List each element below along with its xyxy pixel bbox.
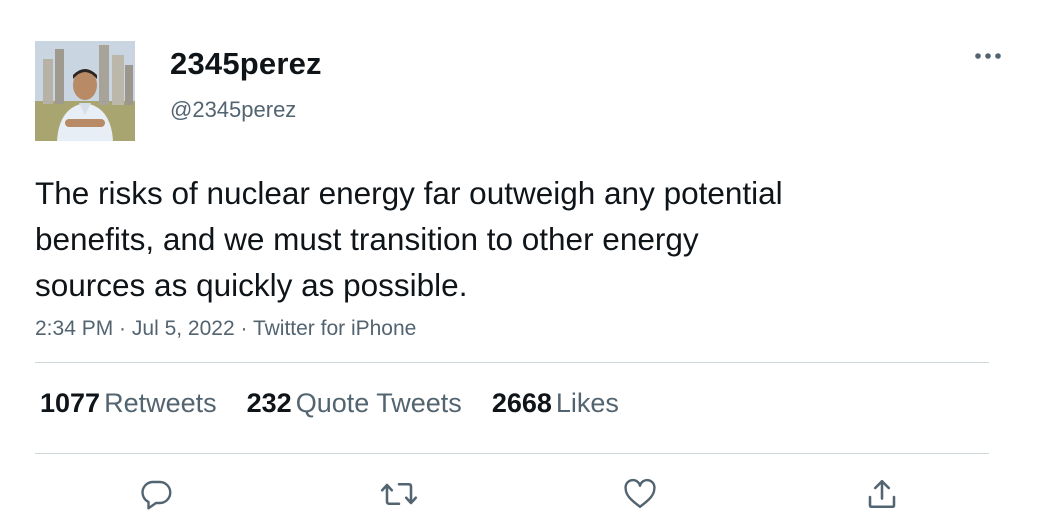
like-button[interactable] [618,472,662,516]
likes-count: 2668 [491,388,552,418]
meta-separator: · [113,317,132,340]
tweet-date[interactable]: Jul 5, 2022 [132,317,235,340]
retweet-icon [380,482,418,506]
likes-label: Likes [555,388,619,418]
avatar-photo [35,41,135,141]
tweet-card: 2345perez @2345perez The risks of nuclea… [0,0,1050,525]
user-handle[interactable]: @2345perez [170,97,296,123]
quote-tweets-label: Quote Tweets [295,388,462,418]
quote-tweets-count: 232 [246,388,292,418]
tweet-actions [0,472,1050,516]
avatar[interactable] [35,41,135,141]
more-options-button[interactable] [968,42,1008,70]
share-icon [868,479,896,509]
tweet-text: The risks of nuclear energy far outweigh… [35,175,783,303]
likes-stat[interactable]: 2668 Likes [492,388,619,419]
tweet-meta: 2:34 PM · Jul 5, 2022 · Twitter for iPho… [35,317,416,341]
reply-icon [141,480,172,510]
retweet-button[interactable] [377,472,421,516]
display-name[interactable]: 2345perez [170,46,322,82]
divider [35,362,989,363]
retweets-label: Retweets [104,388,217,418]
more-icon [975,53,1001,59]
share-button[interactable] [860,472,904,516]
retweets-count: 1077 [40,388,101,418]
retweets-stat[interactable]: 1077 Retweets [40,388,217,419]
divider [35,453,989,454]
tweet-source[interactable]: Twitter for iPhone [253,317,416,340]
quote-tweets-stat[interactable]: 232 Quote Tweets [247,388,462,419]
tweet-time[interactable]: 2:34 PM [35,317,113,340]
tweet-stats: 1077 Retweets 232 Quote Tweets 2668 Likes [40,388,619,419]
heart-icon [624,478,656,508]
reply-button[interactable] [134,472,178,516]
meta-separator: · [234,317,253,340]
